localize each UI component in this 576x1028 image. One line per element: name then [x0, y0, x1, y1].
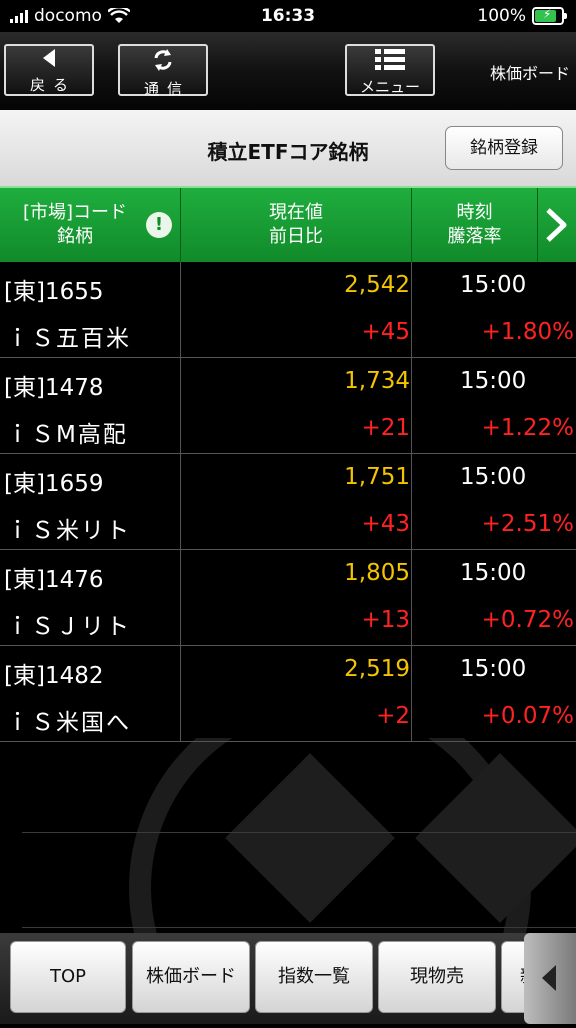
register-stock-button[interactable]: 銘柄登録 [445, 126, 563, 170]
header-day-change: 前日比 [269, 226, 323, 247]
current-price: 2,519 [344, 656, 410, 682]
stock-code: [東]1476 [4, 567, 104, 593]
day-change: +13 [361, 607, 410, 633]
top-button[interactable]: TOP [10, 941, 126, 1013]
current-price: 2,542 [344, 272, 410, 298]
list-title-bar: 積立ETFコア銘柄 銘柄登録 [0, 110, 576, 186]
battery-icon: ⚡ [532, 7, 567, 25]
table-row[interactable]: [東]1478 ｉＳM高配 1,734 +21 15:00 +1.22% [0, 358, 576, 454]
quote-time: 15:00 [460, 368, 527, 394]
table-row[interactable]: [東]1659 ｉＳ米リト 1,751 +43 15:00 +2.51% [0, 454, 576, 550]
spot-sell-button[interactable]: 現物売 [378, 941, 496, 1013]
table-row[interactable]: [東]1476 ｉＳＪリト 1,805 +13 15:00 +0.72% [0, 550, 576, 646]
refresh-button[interactable]: 通信 [118, 44, 208, 98]
empty-row-divider [22, 832, 576, 833]
quote-time: 15:00 [460, 656, 527, 682]
stock-name: ｉＳ米リト [6, 518, 131, 544]
day-change: +45 [361, 319, 410, 345]
stock-code: [東]1482 [4, 663, 104, 689]
empty-row-divider [22, 927, 576, 928]
change-rate: +1.80% [481, 319, 574, 345]
next-columns-button[interactable] [538, 188, 576, 262]
header-stock-name: 銘柄 [57, 226, 93, 247]
stock-board-button[interactable]: 株価ボード [132, 941, 250, 1013]
battery-percent: 100% [477, 6, 526, 26]
current-price: 1,734 [344, 368, 410, 394]
info-icon[interactable]: ! [146, 212, 172, 238]
header-change-rate: 騰落率 [447, 226, 502, 247]
current-price: 1,805 [344, 560, 410, 586]
header-market-code: [市場]コード [22, 202, 128, 223]
day-change: +43 [361, 511, 410, 537]
header-time: 時刻 [456, 202, 493, 223]
refresh-icon [120, 48, 206, 78]
back-label: 戻る [29, 76, 76, 94]
stock-code: [東]1659 [4, 471, 104, 497]
back-arrow-icon [6, 48, 92, 74]
table-row[interactable]: [東]1655 ｉＳ五百米 2,542 +45 15:00 +1.80% [0, 262, 576, 358]
background-watermark [0, 738, 576, 933]
bottom-nav-bar: TOP 株価ボード 指数一覧 現物売 新 [0, 933, 576, 1024]
menu-button[interactable]: メニュー [345, 44, 435, 96]
header-price-change[interactable]: 現在値 前日比 [181, 188, 412, 262]
change-rate: +1.22% [481, 415, 574, 441]
day-change: +21 [361, 415, 410, 441]
screen-title: 株価ボード [489, 64, 570, 83]
quote-time: 15:00 [460, 560, 527, 586]
table-header: [市場]コード 銘柄 ! 現在値 前日比 時刻 騰落率 [0, 186, 576, 262]
menu-list-icon [347, 48, 433, 76]
status-bar: docomo 16:33 100% ⚡ [0, 0, 576, 32]
quote-time: 15:00 [460, 272, 527, 298]
refresh-label: 通信 [143, 80, 190, 98]
change-rate: +0.72% [481, 607, 574, 633]
nav-scroll-tab[interactable] [524, 933, 576, 1024]
chevron-left-icon [542, 965, 556, 991]
stock-name: ｉＳ五百米 [6, 326, 131, 352]
menu-label: メニュー [359, 78, 420, 96]
stock-code: [東]1478 [4, 375, 104, 401]
back-button[interactable]: 戻る [4, 44, 94, 96]
header-time-rate[interactable]: 時刻 騰落率 [412, 188, 538, 262]
change-rate: +2.51% [481, 511, 574, 537]
top-toolbar: 戻る 通信 メニュー 株価ボード [0, 32, 576, 110]
stock-name: ｉＳＪリト [6, 614, 131, 640]
day-change: +2 [376, 703, 410, 729]
current-price: 1,751 [344, 464, 410, 490]
stock-name: ｉＳM高配 [6, 422, 128, 448]
table-row[interactable]: [東]1482 ｉＳ米国へ 2,519 +2 15:00 +0.07% [0, 646, 576, 742]
stock-table: [東]1655 ｉＳ五百米 2,542 +45 15:00 +1.80% [東]… [0, 262, 576, 742]
index-list-button[interactable]: 指数一覧 [255, 941, 373, 1013]
quote-time: 15:00 [460, 464, 527, 490]
stock-code: [東]1655 [4, 279, 104, 305]
stock-name: ｉＳ米国へ [6, 710, 131, 736]
chevron-right-icon [546, 208, 567, 242]
change-rate: +0.07% [481, 703, 574, 729]
header-current-price: 現在値 [269, 202, 323, 223]
